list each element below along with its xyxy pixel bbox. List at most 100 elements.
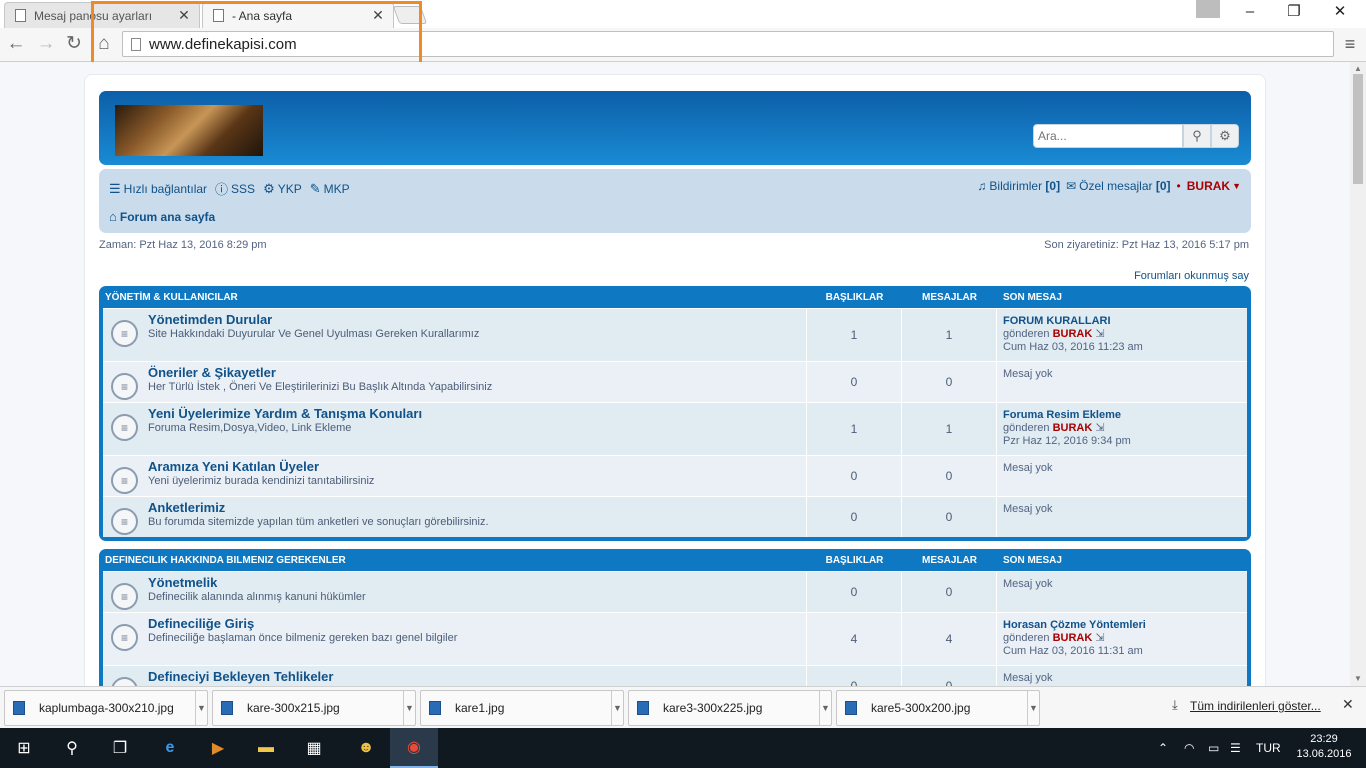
last-post-user[interactable]: BURAK (1053, 422, 1093, 434)
last-post-title[interactable]: FORUM KURALLARI (1003, 315, 1241, 328)
downloads-bar: kaplumbaga-300x210.jpg ▼ kare-300x215.jpg… (0, 686, 1366, 728)
close-icon[interactable]: ✕ (177, 7, 191, 24)
address-bar[interactable] (122, 31, 1334, 57)
goto-post-icon[interactable]: ⇲ (1095, 422, 1104, 434)
notifications-link[interactable]: ♫ Bildirimler [0] (977, 179, 1060, 193)
quick-links-menu[interactable]: ☰ Hızlı bağlantılar (109, 181, 207, 197)
chevron-down-icon[interactable]: ▼ (611, 691, 623, 725)
forum-title[interactable]: Yeni Üyelerimize Yardım & Tanışma Konula… (148, 407, 422, 421)
window-close-button[interactable]: ✕ (1318, 0, 1362, 24)
show-all-downloads-link[interactable]: Tüm indirilenleri göster... (1190, 699, 1321, 713)
home-icon: ⌂ (109, 209, 117, 224)
chrome-icon[interactable]: ◉ (390, 728, 438, 768)
last-post: Mesaj yok (997, 456, 1247, 496)
ykp-link[interactable]: ⚙ YKP (263, 181, 302, 197)
private-messages-link[interactable]: ✉ Özel mesajlar [0] (1066, 179, 1170, 193)
page-scrollbar[interactable]: ▲ ▼ (1350, 62, 1366, 686)
tab-settings[interactable]: Mesaj panosu ayarları ✕ (4, 2, 200, 28)
forum-title[interactable]: Defineciliğe Giriş (148, 617, 457, 631)
new-tab-button[interactable] (392, 6, 428, 24)
chevron-down-icon[interactable]: ▼ (195, 691, 207, 725)
search-icon[interactable]: ⚲ (1183, 124, 1211, 148)
download-item[interactable]: kare5-300x200.jpg ▼ (836, 690, 1040, 726)
download-item[interactable]: kare3-300x225.jpg ▼ (628, 690, 832, 726)
goto-post-icon[interactable]: ⇲ (1095, 632, 1104, 644)
user-profile-button[interactable] (1196, 0, 1220, 18)
forum-title[interactable]: Anketlerimiz (148, 501, 489, 515)
close-icon[interactable]: ✕ (371, 7, 385, 24)
no-posts: Mesaj yok (1003, 578, 1053, 590)
gear-icon[interactable]: ⚙ (1211, 124, 1239, 148)
last-post: Mesaj yok (997, 497, 1247, 537)
forum-read-icon: ≡ (111, 677, 138, 686)
language-indicator[interactable]: TUR (1256, 728, 1281, 768)
forum-desc: Defineciliğe başlaman önce bilmeniz gere… (148, 632, 458, 644)
download-item[interactable]: kare-300x215.jpg ▼ (212, 690, 416, 726)
forum-title[interactable]: Öneriler & Şikayetler (148, 366, 492, 380)
windows-start-icon[interactable]: ⊞ (0, 728, 48, 768)
menu-icon[interactable]: ≡ (1340, 34, 1360, 54)
store-icon[interactable]: ▦ (290, 728, 338, 768)
last-post-title[interactable]: Horasan Çözme Yöntemleri (1003, 619, 1241, 632)
chevron-down-icon[interactable]: ▼ (1027, 691, 1039, 725)
minimize-button[interactable]: – (1228, 0, 1272, 24)
goto-post-icon[interactable]: ⇲ (1095, 328, 1104, 340)
download-arrow-icon: ⤓ (1172, 697, 1178, 712)
forum-read-icon: ≡ (111, 583, 138, 610)
task-view-icon[interactable]: ❐ (96, 728, 144, 768)
home-icon[interactable]: ⌂ (92, 32, 116, 56)
page-icon (213, 9, 224, 22)
forward-button[interactable]: → (34, 32, 58, 56)
posts-count: 1 (902, 403, 997, 455)
last-post-user[interactable]: BURAK (1053, 632, 1093, 644)
tab-home[interactable]: - Ana sayfa ✕ (202, 2, 394, 28)
battery-icon[interactable]: ▭ (1208, 728, 1219, 768)
show-hidden-icons-icon[interactable]: ⌃ (1158, 728, 1168, 768)
forum-desc: Bu forumda sitemizde yapılan tüm anketle… (148, 516, 489, 528)
category-title[interactable]: DEFINECILIK HAKKINDA BILMENIZ GEREKENLER (103, 555, 807, 566)
user-menu[interactable]: BURAK ▼ (1187, 179, 1241, 193)
mkp-link[interactable]: ✎ MKP (310, 181, 350, 197)
download-item[interactable]: kare1.jpg ▼ (420, 690, 624, 726)
file-explorer-icon[interactable]: ▬ (242, 728, 290, 768)
last-post-date: Cum Haz 03, 2016 11:23 am (1003, 341, 1143, 353)
search-input[interactable] (1033, 124, 1183, 148)
forum-title[interactable]: Defineciyi Bekleyen Tehlikeler (148, 670, 333, 684)
forum-desc: Site Hakkındaki Duyurular Ve Genel Uyulm… (148, 328, 480, 340)
download-filename: kare-300x215.jpg (247, 701, 340, 715)
breadcrumb-home[interactable]: ⌂ Forum ana sayfa (109, 209, 215, 224)
site-logo[interactable] (115, 105, 263, 156)
forum-title[interactable]: Yönetmelik (148, 576, 366, 590)
category-title[interactable]: YÖNETİM & KULLANICILAR (103, 292, 807, 303)
media-player-icon[interactable]: ▶ (194, 728, 242, 768)
mark-forums-read-link[interactable]: Forumları okunmuş say (1134, 270, 1249, 282)
category-header: YÖNETİM & KULLANICILAR BAŞLIKLAR MESAJLA… (103, 286, 1247, 308)
app-icon[interactable]: ☻ (342, 728, 390, 768)
chevron-down-icon[interactable]: ▼ (403, 691, 415, 725)
reload-button[interactable]: ↻ (62, 32, 86, 56)
last-post-user[interactable]: BURAK (1053, 328, 1093, 340)
forum-title[interactable]: Aramıza Yeni Katılan Üyeler (148, 460, 374, 474)
restore-button[interactable]: ❐ (1272, 0, 1316, 24)
scroll-down-icon[interactable]: ▼ (1354, 674, 1362, 683)
forum-info: ≡ Yönetimden Durular Site Hakkındaki Duy… (103, 309, 807, 361)
download-item[interactable]: kaplumbaga-300x210.jpg ▼ (4, 690, 208, 726)
close-icon[interactable]: ✕ (1342, 696, 1354, 713)
scroll-thumb[interactable] (1353, 74, 1363, 184)
action-center-icon[interactable]: ☰ (1230, 728, 1241, 768)
wifi-icon[interactable]: ◠ (1184, 728, 1194, 768)
topics-count: 1 (807, 309, 902, 361)
url-input[interactable] (149, 35, 749, 53)
caret-down-icon: ▼ (1232, 181, 1241, 191)
no-posts: Mesaj yok (1003, 462, 1053, 474)
faq-link[interactable]: ⓘ SSS (215, 179, 255, 198)
taskbar-clock[interactable]: 23:29 13.06.2016 (1296, 732, 1352, 762)
envelope-icon: ✉ (1066, 179, 1077, 193)
last-post-title[interactable]: Foruma Resim Ekleme (1003, 409, 1241, 422)
forum-title[interactable]: Yönetimden Durular (148, 313, 479, 327)
scroll-up-icon[interactable]: ▲ (1354, 64, 1362, 73)
edge-icon[interactable]: e (146, 728, 194, 768)
back-button[interactable]: ← (4, 32, 28, 56)
search-icon[interactable]: ⚲ (48, 728, 96, 768)
chevron-down-icon[interactable]: ▼ (819, 691, 831, 725)
